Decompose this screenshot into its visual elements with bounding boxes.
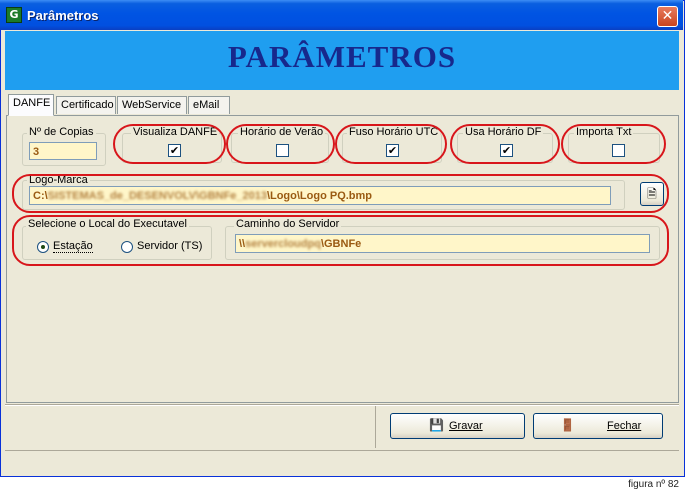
highlight-oval: [561, 124, 666, 164]
app-icon: G: [6, 7, 22, 23]
highlight-oval: [450, 124, 560, 164]
tab-danfe[interactable]: DANFE: [8, 94, 54, 116]
gravar-button[interactable]: 💾 Gravar: [390, 413, 525, 439]
separator: [375, 406, 376, 448]
save-icon: 💾: [429, 418, 444, 432]
highlight-oval: [335, 124, 447, 164]
page-title: PARÂMETROS: [227, 39, 457, 74]
gravar-label: Gravar: [449, 420, 483, 432]
fechar-button[interactable]: 🚪 Fechar: [533, 413, 663, 439]
tab-webservice[interactable]: WebService: [117, 96, 187, 114]
window-title: Parâmetros: [27, 8, 99, 23]
figure-caption: figura nº 82: [628, 479, 679, 490]
title-bar[interactable]: [0, 0, 683, 30]
fechar-label: Fechar: [607, 420, 642, 432]
close-button[interactable]: ✕: [657, 6, 678, 27]
tab-email[interactable]: eMail: [188, 96, 230, 114]
separator: [5, 404, 679, 406]
copias-label: Nº de Copias: [27, 126, 96, 138]
status-bar: [5, 450, 679, 474]
highlight-oval: [12, 174, 669, 213]
copias-input[interactable]: 3: [29, 142, 97, 160]
highlight-oval: [113, 124, 226, 164]
door-exit-icon: 🚪: [560, 418, 575, 432]
tab-certificado[interactable]: Certificado: [56, 96, 116, 114]
highlight-oval: [12, 215, 669, 266]
highlight-oval: [226, 124, 335, 164]
